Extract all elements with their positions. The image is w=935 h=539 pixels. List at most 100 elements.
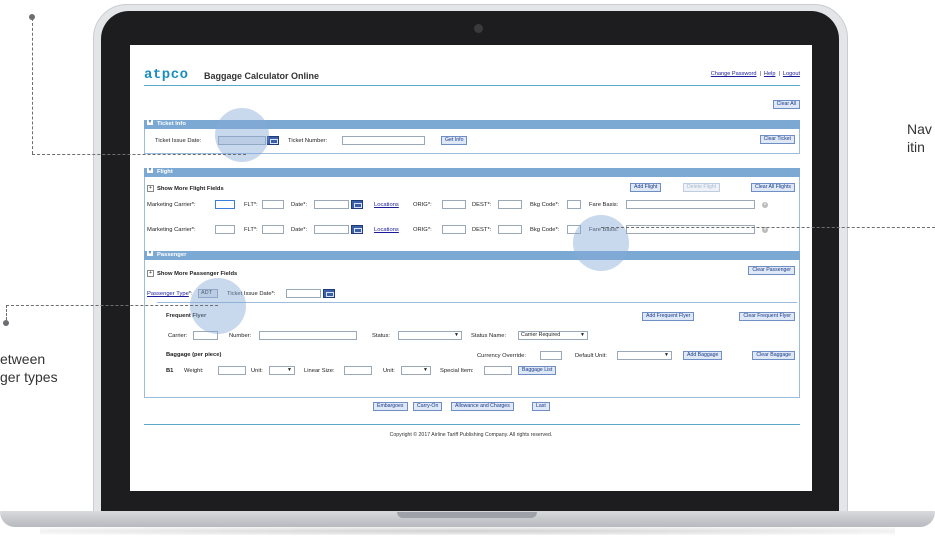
date-label: Date*: bbox=[291, 227, 308, 233]
ticket-number-field[interactable] bbox=[342, 136, 425, 145]
bkg-code-field[interactable] bbox=[567, 200, 581, 209]
show-more-flight-fields[interactable]: + Show More Flight Fields bbox=[147, 185, 224, 192]
calendar-icon[interactable] bbox=[351, 225, 363, 234]
dest-label: DEST*: bbox=[472, 202, 492, 208]
passenger-header[interactable]: ▼ Passenger bbox=[144, 250, 800, 260]
show-more-passenger-fields[interactable]: + Show More Passenger Fields bbox=[147, 270, 237, 277]
clear-baggage-button[interactable]: Clear Baggage bbox=[752, 351, 795, 360]
date-label: Date*: bbox=[291, 202, 308, 208]
callout-dot bbox=[3, 320, 9, 326]
baggage-row-id: B1 bbox=[166, 368, 174, 374]
add-baggage-button[interactable]: Add Baggage bbox=[683, 351, 723, 360]
weight-label: Weight: bbox=[184, 368, 204, 374]
ticket-issue-date-label: Ticket Issue Date: bbox=[155, 138, 202, 144]
collapse-icon[interactable]: ▼ bbox=[147, 250, 153, 257]
date-field[interactable] bbox=[314, 225, 349, 234]
fare-basis-field[interactable] bbox=[626, 200, 755, 209]
marketing-carrier-field[interactable] bbox=[215, 225, 235, 234]
expand-icon[interactable]: + bbox=[147, 270, 154, 277]
special-item-field[interactable] bbox=[484, 366, 512, 375]
passenger-issue-date-field[interactable] bbox=[286, 289, 321, 298]
orig-label: ORIG*: bbox=[413, 202, 432, 208]
locations-link[interactable]: Locations bbox=[374, 202, 399, 208]
callout-line-1: Nav bbox=[907, 121, 932, 137]
flt-field[interactable] bbox=[262, 225, 284, 234]
unit-label: Unit: bbox=[251, 368, 263, 374]
remove-flight-icon[interactable]: × bbox=[762, 202, 768, 208]
special-item-label: Special Item: bbox=[440, 368, 474, 374]
embargoes-button[interactable]: Embargoes bbox=[373, 402, 408, 411]
highlight-passenger-type bbox=[190, 278, 246, 334]
locations-link[interactable]: Locations bbox=[374, 227, 399, 233]
passenger-type-link[interactable]: Passenger Type bbox=[147, 291, 189, 297]
last-button[interactable]: Last bbox=[532, 402, 550, 411]
laptop-notch bbox=[397, 512, 537, 518]
clear-all-button[interactable]: Clear All bbox=[772, 100, 800, 109]
linear-unit-select[interactable]: ▼ bbox=[401, 366, 431, 375]
dest-field[interactable] bbox=[498, 200, 522, 209]
fare-basis-label: Fare Basis: bbox=[589, 202, 619, 208]
clear-passenger-button[interactable]: Clear Passenger bbox=[748, 266, 795, 275]
flight-title: Flight bbox=[157, 169, 173, 175]
callout-flight-text: Nav itin bbox=[907, 120, 932, 156]
ticket-info-title: Ticket Info bbox=[157, 121, 186, 127]
calendar-icon[interactable] bbox=[351, 200, 363, 209]
weight-unit-select[interactable]: ▼ bbox=[269, 366, 295, 375]
ff-status-name-select[interactable]: Carrier Required ▼ bbox=[518, 331, 588, 340]
callout-line bbox=[6, 305, 218, 306]
dest-field[interactable] bbox=[498, 225, 522, 234]
currency-override-field[interactable] bbox=[540, 351, 562, 360]
callout-line-2: itin bbox=[907, 139, 925, 155]
flight-header[interactable]: ▼ Flight bbox=[144, 167, 800, 177]
clear-all-flights-button[interactable]: Clear All Flights bbox=[750, 183, 795, 192]
flt-field[interactable] bbox=[262, 200, 284, 209]
add-frequent-flyer-button[interactable]: Add Frequent Flyer bbox=[642, 312, 695, 321]
ff-number-field[interactable] bbox=[259, 331, 357, 340]
callout-line bbox=[32, 154, 246, 155]
app-header: atpco Baggage Calculator Online Change P… bbox=[144, 67, 800, 85]
footer-rule bbox=[144, 424, 800, 425]
ff-status-select[interactable]: ▼ bbox=[398, 331, 462, 340]
show-more-flight-label: Show More Flight Fields bbox=[157, 186, 224, 193]
ticket-number-label: Ticket Number: bbox=[288, 138, 328, 144]
passenger-type-label: Passenger Type*: bbox=[147, 291, 193, 297]
flt-label: FLT*: bbox=[244, 202, 258, 208]
default-unit-select[interactable]: ▼ bbox=[617, 351, 672, 360]
add-flight-button[interactable]: Add Flight bbox=[630, 183, 662, 192]
calendar-icon[interactable] bbox=[323, 289, 335, 298]
orig-label: ORIG*: bbox=[413, 227, 432, 233]
get-info-button[interactable]: Get Info bbox=[441, 136, 468, 145]
dropdown-arrow-icon: ▼ bbox=[287, 367, 292, 373]
carry-on-button[interactable]: Carry-On bbox=[413, 402, 443, 411]
delete-flight-button[interactable]: Delete Flight bbox=[683, 183, 721, 192]
weight-field[interactable] bbox=[218, 366, 246, 375]
collapse-icon[interactable]: ▼ bbox=[147, 119, 153, 126]
bkg-code-label: Bkg Code*: bbox=[530, 202, 560, 208]
orig-field[interactable] bbox=[442, 225, 466, 234]
help-link[interactable]: Help bbox=[764, 71, 776, 77]
ff-number-label: Number: bbox=[229, 333, 252, 339]
clear-ticket-button[interactable]: Clear Ticket bbox=[759, 135, 795, 144]
callout-line-1: etween bbox=[0, 351, 46, 367]
link-separator: | bbox=[778, 71, 780, 77]
orig-field[interactable] bbox=[442, 200, 466, 209]
baggage-list-button[interactable]: Baggage List bbox=[518, 366, 557, 375]
copyright-footer: Copyright © 2017 Airline Tariff Publishi… bbox=[389, 432, 553, 438]
linear-size-field[interactable] bbox=[344, 366, 372, 375]
date-field[interactable] bbox=[314, 200, 349, 209]
change-password-link[interactable]: Change Password bbox=[711, 71, 757, 77]
ff-status-name-value: Carrier Required bbox=[521, 332, 561, 338]
highlight-fare-basis bbox=[573, 215, 629, 271]
marketing-carrier-field[interactable] bbox=[215, 200, 235, 209]
currency-override-label: Currency Override: bbox=[477, 353, 526, 359]
callout-line bbox=[32, 18, 33, 154]
clear-frequent-flyer-button[interactable]: Clear Frequent Flyer bbox=[739, 312, 795, 321]
dropdown-arrow-icon: ▼ bbox=[454, 332, 459, 338]
logout-link[interactable]: Logout bbox=[783, 71, 800, 77]
collapse-icon[interactable]: ▼ bbox=[147, 167, 153, 174]
expand-icon[interactable]: + bbox=[147, 185, 154, 192]
callout-line bbox=[6, 305, 7, 320]
allowance-charges-button[interactable]: Allowance and Charges bbox=[451, 402, 514, 411]
bkg-code-label: Bkg Code*: bbox=[530, 227, 560, 233]
callout-line-2: ger types bbox=[0, 369, 58, 385]
